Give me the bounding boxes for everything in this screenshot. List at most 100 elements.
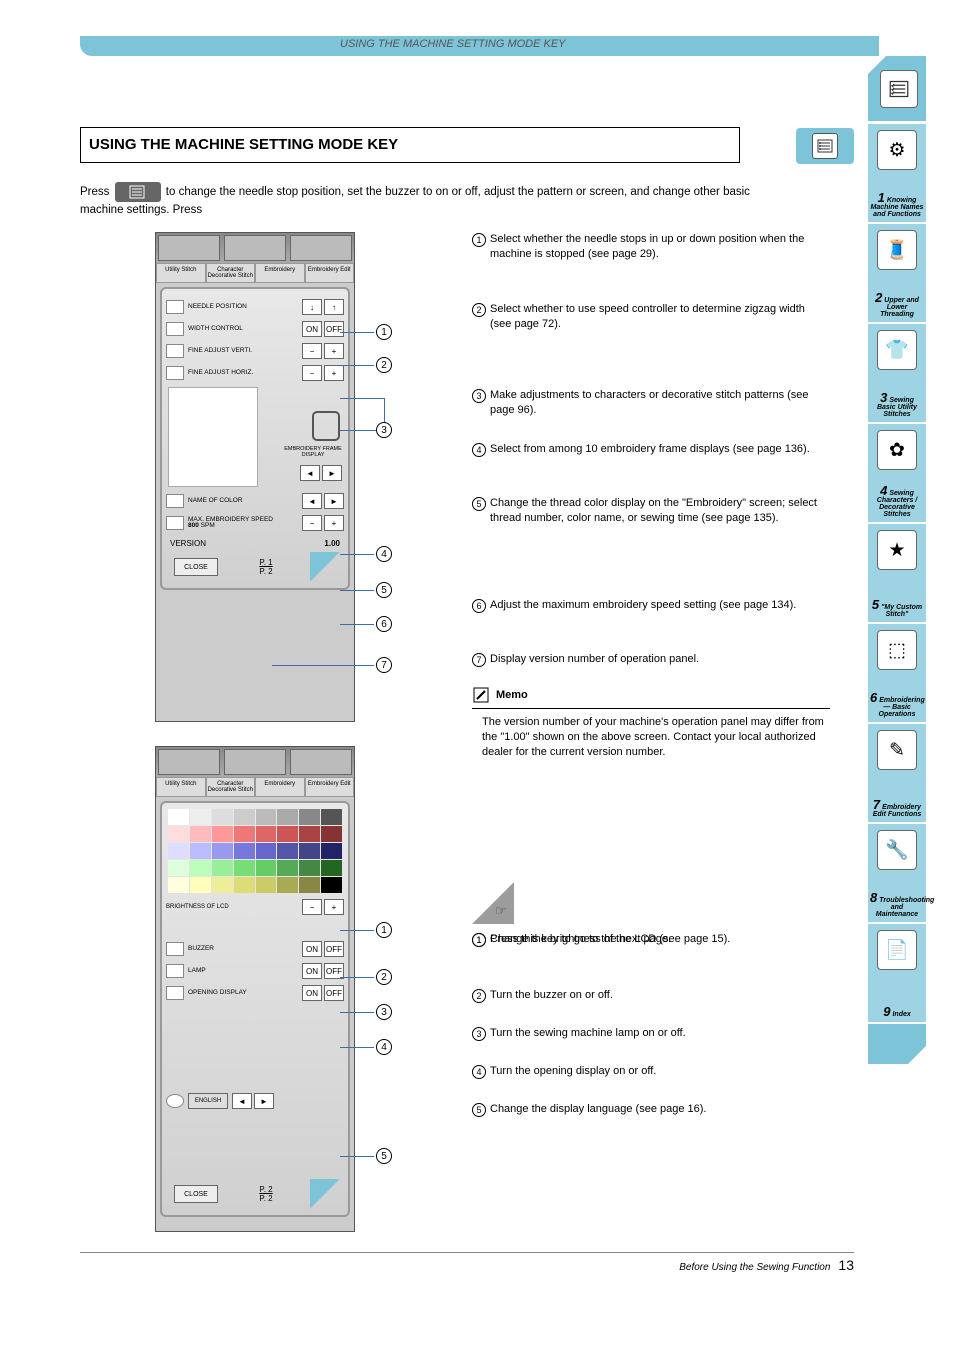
screen-top-icons <box>156 233 354 263</box>
buzzer-off-button[interactable]: OFF <box>324 941 344 957</box>
language-value: ENGLISH <box>188 1093 228 1109</box>
sidebar-chapter-5[interactable]: ★5"My Custom Stitch" <box>868 524 926 622</box>
desc-3: 3Make adjustments to characters or decor… <box>472 388 832 418</box>
speed-icon <box>166 516 184 530</box>
chapter-icon-7: ✎ <box>877 730 917 770</box>
desc-b2: 2Turn the buzzer on or off. <box>472 988 832 1003</box>
lang-next-button[interactable]: ► <box>254 1093 274 1109</box>
version-row: VERSION 1.00 <box>166 537 344 550</box>
row-name-of-color: NAME OF COLOR ◄ ► <box>166 493 344 509</box>
sidebar-chapter-1[interactable]: ⚙1Knowing Machine Names and Functions <box>868 124 926 222</box>
intro-body: to change the needle stop position, set … <box>80 186 750 216</box>
sidebar-chapter-8[interactable]: 🔧8Troubleshooting and Maintenance <box>868 824 926 922</box>
row-needle-position: NEEDLE POSITION ↓ ↑ <box>166 299 344 315</box>
lang-prev-button[interactable]: ◄ <box>232 1093 252 1109</box>
tab-embroidery-2[interactable]: Embroidery <box>255 777 305 797</box>
section-title: USING THE MACHINE SETTING MODE KEY <box>81 128 739 153</box>
brightness-minus-button[interactable]: − <box>302 899 322 915</box>
desc-b5: 5Change the display language (see page 1… <box>472 1102 832 1117</box>
callout-b5: 5 <box>376 1148 392 1164</box>
frame-prev-button[interactable]: ◄ <box>300 465 320 481</box>
callout-5: 5 <box>376 582 392 598</box>
tab-embroidery-edit[interactable]: Embroidery Edit <box>305 263 355 283</box>
header-breadcrumb: USING THE MACHINE SETTING MODE KEY <box>340 38 566 50</box>
needle-icon <box>166 300 184 314</box>
chapter-icon-9: 📄 <box>877 930 917 970</box>
sidebar-chapter-3[interactable]: 👕3Sewing Basic Utility Stitches <box>868 324 926 422</box>
brightness-plus-button[interactable]: + <box>324 899 344 915</box>
next-page-corner-2[interactable] <box>310 1179 340 1209</box>
row-language: ENGLISH ◄► <box>166 1093 344 1109</box>
lamp-icon <box>166 964 184 978</box>
callout-2: 2 <box>376 357 392 373</box>
needle-up-button[interactable]: ↑ <box>324 299 344 315</box>
frame-display-label: EMBROIDERY FRAME DISPLAY <box>284 447 342 458</box>
fine-h-plus-button[interactable]: + <box>324 365 344 381</box>
fine-h-icon <box>166 366 184 380</box>
sidebar-chapter-4[interactable]: ✿4Sewing Characters / Decorative Stitche… <box>868 424 926 522</box>
intro-text: Press to change the needle stop position… <box>80 182 780 218</box>
sidebar-current-chapter <box>868 56 926 122</box>
chapter-icon-4: ✿ <box>877 430 917 470</box>
close-button[interactable]: CLOSE <box>174 558 218 576</box>
sidebar-chapter-7[interactable]: ✎7Embroidery Edit Functions <box>868 724 926 822</box>
chapter-icon-8: 🔧 <box>877 830 917 870</box>
width-on-button[interactable]: ON <box>302 321 322 337</box>
fine-v-icon <box>166 344 184 358</box>
tab-utility[interactable]: Utility Stitch <box>156 263 206 283</box>
fine-v-plus-button[interactable]: + <box>324 343 344 359</box>
color-next-button[interactable]: ► <box>324 493 344 509</box>
fine-h-minus-button[interactable]: − <box>302 365 322 381</box>
tab-embroidery-edit-2[interactable]: Embroidery Edit <box>305 777 355 797</box>
version-value: 1.00 <box>324 539 340 548</box>
speed-plus-button[interactable]: + <box>324 515 344 531</box>
desc-1: 1Select whether the needle stops in up o… <box>472 232 832 262</box>
chapter-icon-1: ⚙ <box>877 130 917 170</box>
lamp-on-button[interactable]: ON <box>302 963 322 979</box>
settings-screen-1: Utility Stitch Character Decorative Stit… <box>155 232 355 722</box>
desc-4: 4Select from among 10 embroidery frame d… <box>472 442 832 457</box>
needle-down-button[interactable]: ↓ <box>302 299 322 315</box>
buzzer-on-button[interactable]: ON <box>302 941 322 957</box>
row-buzzer: BUZZER ONOFF <box>166 941 344 957</box>
page-footer: Before Using the Sewing Function13 <box>80 1252 854 1273</box>
tab-utility-2[interactable]: Utility Stitch <box>156 777 206 797</box>
settings-list-icon <box>880 70 918 108</box>
fine-v-minus-button[interactable]: − <box>302 343 322 359</box>
row-lamp: LAMP ONOFF <box>166 963 344 979</box>
settings-screen-2: Utility Stitch Character Decorative Stit… <box>155 746 355 1232</box>
tab-decorative[interactable]: Character Decorative Stitch <box>206 263 256 283</box>
width-icon <box>166 322 184 336</box>
tab-decorative-2[interactable]: Character Decorative Stitch <box>206 777 256 797</box>
sidebar-bottom-cap <box>868 1024 926 1064</box>
memo-box: Memo The version number of your machine'… <box>472 686 830 760</box>
chapter-sidebar: ⚙1Knowing Machine Names and Functions🧵2U… <box>868 56 926 1064</box>
callout-b1: 1 <box>376 922 392 938</box>
next-page-corner[interactable] <box>310 552 340 582</box>
width-off-button[interactable]: OFF <box>324 321 344 337</box>
color-prev-button[interactable]: ◄ <box>302 493 322 509</box>
sidebar-chapter-2[interactable]: 🧵2Upper and Lower Threading <box>868 224 926 322</box>
frame-next-button[interactable]: ► <box>322 465 342 481</box>
callout-4: 4 <box>376 546 392 562</box>
row-max-speed: MAX. EMBROIDERY SPEED800 SPM − + <box>166 515 344 531</box>
chapter-icon-5: ★ <box>877 530 917 570</box>
callout-b2: 2 <box>376 969 392 985</box>
desc-7: 7Display version number of operation pan… <box>472 652 832 667</box>
row-fine-adjust-v: FINE ADJUST VERTI. − + <box>166 343 344 359</box>
callout-6: 6 <box>376 616 392 632</box>
embroidery-preview <box>168 387 258 487</box>
callout-b4: 4 <box>376 1039 392 1055</box>
desc-5: 5Change the thread color display on the … <box>472 496 832 526</box>
chapter-icon-2: 🧵 <box>877 230 917 270</box>
page-indicator: P. 1P. 2 <box>259 558 272 576</box>
screen-top-icons-2 <box>156 747 354 777</box>
opening-off-button[interactable]: OFF <box>324 985 344 1001</box>
speed-minus-button[interactable]: − <box>302 515 322 531</box>
sidebar-chapter-6[interactable]: ⬚6Embroidering — Basic Operations <box>868 624 926 722</box>
tab-embroidery[interactable]: Embroidery <box>255 263 305 283</box>
callout-1: 1 <box>376 324 392 340</box>
close-button-2[interactable]: CLOSE <box>174 1185 218 1203</box>
sidebar-chapter-9[interactable]: 📄9Index <box>868 924 926 1022</box>
opening-on-button[interactable]: ON <box>302 985 322 1001</box>
